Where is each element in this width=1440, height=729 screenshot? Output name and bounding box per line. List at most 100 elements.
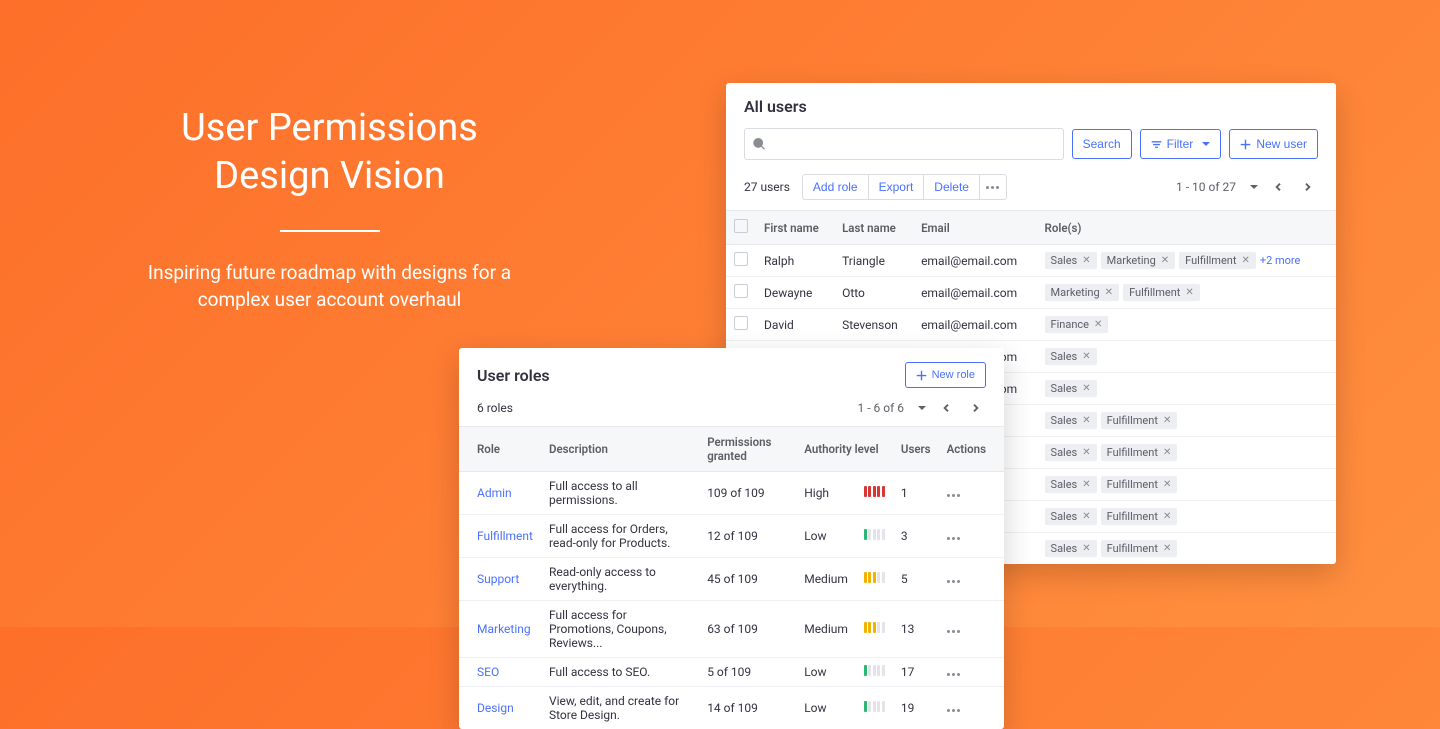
role-chip[interactable]: Finance ✕ [1045,316,1109,333]
hero-block: User Permissions Design Vision Inspiring… [122,105,537,313]
col-users[interactable]: Users [893,427,939,472]
more-actions-button[interactable] [979,174,1007,200]
row-actions-button[interactable] [947,673,960,676]
col-role[interactable]: Role [459,427,541,472]
col-email[interactable]: Email [913,211,1036,245]
users-pager: 1 - 10 of 27 [1176,177,1318,197]
remove-chip-icon[interactable]: ✕ [1082,415,1090,426]
role-link[interactable]: Fulfillment [477,529,533,543]
role-chip[interactable]: Sales ✕ [1045,348,1097,365]
table-row[interactable]: SEO Full access to SEO. 5 of 109 Low 17 [459,658,1004,687]
table-row[interactable]: Marketing Full access for Promotions, Co… [459,601,1004,658]
role-chip[interactable]: Fulfillment ✕ [1179,252,1256,269]
remove-chip-icon[interactable]: ✕ [1082,511,1090,522]
role-chip[interactable]: Marketing ✕ [1101,252,1176,269]
role-link[interactable]: SEO [477,665,499,679]
remove-chip-icon[interactable]: ✕ [1094,319,1102,330]
role-chip[interactable]: Sales ✕ [1045,380,1097,397]
col-authority[interactable]: Authority level [796,427,893,472]
row-checkbox[interactable] [734,316,748,330]
roles-pager: 1 - 6 of 6 [858,398,986,418]
table-row[interactable]: Design View, edit, and create for Store … [459,687,1004,729]
role-chip[interactable]: Sales ✕ [1045,252,1097,269]
users-count: 27 users [744,180,790,194]
more-roles-link[interactable]: +2 more [1260,254,1301,267]
chevron-down-icon[interactable] [918,406,926,410]
cell-last-name: Stevenson [834,309,913,341]
role-chip[interactable]: Fulfillment ✕ [1101,412,1178,429]
cell-users: 19 [893,687,939,729]
table-row[interactable]: David Stevenson email@email.com Finance … [726,309,1336,341]
table-row[interactable]: Fulfillment Full access for Orders, read… [459,515,1004,558]
col-description[interactable]: Description [541,427,699,472]
remove-chip-icon[interactable]: ✕ [1163,415,1171,426]
add-role-button[interactable]: Add role [802,174,869,200]
delete-button[interactable]: Delete [923,174,980,200]
remove-chip-icon[interactable]: ✕ [1082,351,1090,362]
select-all-checkbox[interactable] [734,219,748,233]
table-row[interactable]: Dewayne Otto email@email.com Marketing ✕… [726,277,1336,309]
page-next-button[interactable] [966,398,986,418]
cell-first-name: Dewayne [756,277,834,309]
remove-chip-icon[interactable]: ✕ [1163,479,1171,490]
authority-meter [856,658,893,687]
export-button[interactable]: Export [868,174,925,200]
col-roles[interactable]: Role(s) [1037,211,1336,245]
role-chip[interactable]: Sales ✕ [1045,540,1097,557]
remove-chip-icon[interactable]: ✕ [1082,543,1090,554]
role-chip[interactable]: Fulfillment ✕ [1101,476,1178,493]
row-actions-button[interactable] [947,580,960,583]
remove-chip-icon[interactable]: ✕ [1082,479,1090,490]
role-chip[interactable]: Fulfillment ✕ [1101,444,1178,461]
role-chip[interactable]: Sales ✕ [1045,444,1097,461]
role-chip[interactable]: Fulfillment ✕ [1123,284,1200,301]
row-checkbox[interactable] [734,284,748,298]
table-row[interactable]: Admin Full access to all permissions. 10… [459,472,1004,515]
page-prev-button[interactable] [936,398,956,418]
cell-permissions: 14 of 109 [699,687,796,729]
row-actions-button[interactable] [947,494,960,497]
role-link[interactable]: Admin [477,486,512,500]
row-checkbox[interactable] [734,252,748,266]
table-row[interactable]: Ralph Triangle email@email.com Sales ✕Ma… [726,245,1336,277]
col-permissions[interactable]: Permissions granted [699,427,796,472]
search-input[interactable] [744,128,1064,160]
role-chip[interactable]: Sales ✕ [1045,476,1097,493]
remove-chip-icon[interactable]: ✕ [1163,447,1171,458]
remove-chip-icon[interactable]: ✕ [1185,287,1193,298]
remove-chip-icon[interactable]: ✕ [1082,383,1090,394]
row-actions-button[interactable] [947,630,960,633]
users-title: All users [744,97,1318,116]
role-chip[interactable]: Sales ✕ [1045,412,1097,429]
remove-chip-icon[interactable]: ✕ [1161,255,1169,266]
remove-chip-icon[interactable]: ✕ [1241,255,1249,266]
new-role-button[interactable]: New role [905,362,986,388]
page-next-button[interactable] [1298,177,1318,197]
role-link[interactable]: Design [477,701,514,715]
remove-chip-icon[interactable]: ✕ [1163,543,1171,554]
search-button[interactable]: Search [1072,129,1132,159]
role-link[interactable]: Marketing [477,622,531,636]
search-icon [753,138,766,151]
filter-button[interactable]: Filter [1140,129,1222,159]
col-last-name[interactable]: Last name [834,211,913,245]
roles-count: 6 roles [477,401,513,415]
role-chip[interactable]: Fulfillment ✕ [1101,540,1178,557]
table-row[interactable]: Support Read-only access to everything. … [459,558,1004,601]
cell-roles: Sales ✕Fulfillment ✕ [1037,437,1336,469]
remove-chip-icon[interactable]: ✕ [1082,255,1090,266]
row-actions-button[interactable] [947,709,960,712]
new-user-button[interactable]: New user [1229,129,1318,159]
col-first-name[interactable]: First name [756,211,834,245]
row-actions-button[interactable] [947,537,960,540]
chevron-down-icon[interactable] [1250,185,1258,189]
role-chip[interactable]: Fulfillment ✕ [1101,508,1178,525]
remove-chip-icon[interactable]: ✕ [1082,447,1090,458]
remove-chip-icon[interactable]: ✕ [1105,287,1113,298]
role-chip[interactable]: Sales ✕ [1045,508,1097,525]
remove-chip-icon[interactable]: ✕ [1163,511,1171,522]
page-prev-button[interactable] [1268,177,1288,197]
role-chip[interactable]: Marketing ✕ [1045,284,1120,301]
col-actions[interactable]: Actions [939,427,1004,472]
role-link[interactable]: Support [477,572,519,586]
